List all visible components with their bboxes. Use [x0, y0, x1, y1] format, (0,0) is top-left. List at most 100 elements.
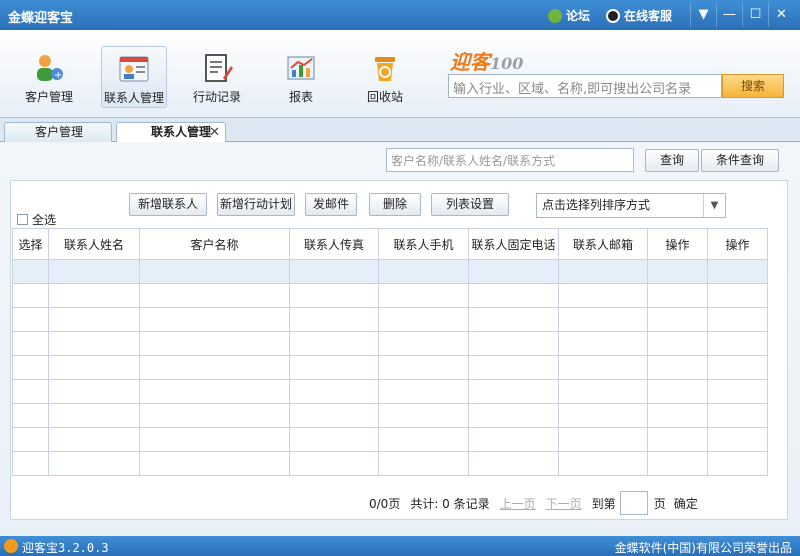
table-cell[interactable]: [468, 427, 559, 452]
new-contact-button[interactable]: 新增联系人: [129, 193, 207, 216]
tool-customer-management[interactable]: + 客户管理: [16, 46, 82, 108]
table-cell[interactable]: [647, 307, 708, 332]
table-cell[interactable]: [378, 355, 469, 380]
delete-button[interactable]: 删除: [369, 193, 421, 216]
table-row[interactable]: [12, 331, 768, 356]
table-cell[interactable]: [12, 451, 49, 476]
advanced-query-button[interactable]: 条件查询: [701, 149, 779, 172]
menu-button[interactable]: ▼: [690, 3, 716, 27]
table-cell[interactable]: [647, 451, 708, 476]
table-cell[interactable]: [139, 451, 290, 476]
table-cell[interactable]: [378, 379, 469, 404]
column-header-operation[interactable]: 操作: [647, 228, 708, 260]
column-header-landline[interactable]: 联系人固定电话: [468, 228, 559, 260]
table-cell[interactable]: [558, 451, 648, 476]
table-cell[interactable]: [12, 283, 49, 308]
table-cell[interactable]: [289, 403, 379, 428]
table-cell[interactable]: [558, 307, 648, 332]
column-header-operation-2[interactable]: 操作: [707, 228, 768, 260]
table-cell[interactable]: [647, 355, 708, 380]
forum-link[interactable]: 论坛: [548, 7, 590, 24]
table-cell[interactable]: [468, 331, 559, 356]
table-row[interactable]: [12, 355, 768, 380]
table-row[interactable]: [12, 283, 768, 308]
table-cell[interactable]: [48, 427, 140, 452]
table-cell[interactable]: [139, 379, 290, 404]
tab-close-icon[interactable]: ✕: [209, 123, 220, 142]
table-cell[interactable]: [289, 331, 379, 356]
table-cell[interactable]: [289, 259, 379, 284]
goto-page-input[interactable]: [619, 491, 648, 515]
table-cell[interactable]: [289, 355, 379, 380]
company-search-input[interactable]: 输入行业、区域、名称,即可搜出公司名录: [448, 74, 722, 98]
table-cell[interactable]: [289, 451, 379, 476]
minimize-button[interactable]: —: [716, 3, 742, 27]
table-cell[interactable]: [378, 307, 469, 332]
table-cell[interactable]: [289, 283, 379, 308]
table-cell[interactable]: [707, 331, 768, 356]
column-header-mobile[interactable]: 联系人手机: [378, 228, 469, 260]
table-row[interactable]: [12, 403, 768, 428]
table-cell[interactable]: [647, 259, 708, 284]
table-cell[interactable]: [707, 427, 768, 452]
table-cell[interactable]: [48, 259, 140, 284]
table-cell[interactable]: [139, 259, 290, 284]
table-cell[interactable]: [558, 331, 648, 356]
table-cell[interactable]: [48, 331, 140, 356]
table-cell[interactable]: [647, 403, 708, 428]
table-cell[interactable]: [378, 259, 469, 284]
prev-page-link[interactable]: 上一页: [500, 495, 536, 512]
table-cell[interactable]: [48, 451, 140, 476]
table-cell[interactable]: [139, 427, 290, 452]
select-all-checkbox[interactable]: 全选: [17, 211, 56, 228]
sort-order-select[interactable]: 点击选择列排序方式 ▼: [536, 193, 726, 218]
table-cell[interactable]: [378, 427, 469, 452]
table-cell[interactable]: [707, 403, 768, 428]
table-cell[interactable]: [468, 379, 559, 404]
table-cell[interactable]: [139, 331, 290, 356]
table-cell[interactable]: [12, 259, 49, 284]
table-cell[interactable]: [289, 307, 379, 332]
table-cell[interactable]: [289, 427, 379, 452]
column-header-fax[interactable]: 联系人传真: [289, 228, 379, 260]
query-button[interactable]: 查询: [645, 149, 699, 172]
table-cell[interactable]: [558, 259, 648, 284]
table-cell[interactable]: [558, 355, 648, 380]
table-cell[interactable]: [647, 283, 708, 308]
table-cell[interactable]: [139, 307, 290, 332]
table-cell[interactable]: [558, 427, 648, 452]
table-cell[interactable]: [48, 403, 140, 428]
column-header-customer-name[interactable]: 客户名称: [139, 228, 290, 260]
checkbox-box[interactable]: [17, 214, 28, 225]
table-cell[interactable]: [468, 451, 559, 476]
table-cell[interactable]: [139, 355, 290, 380]
tab-contact-management[interactable]: 联系人管理 ✕: [116, 122, 226, 143]
table-cell[interactable]: [468, 355, 559, 380]
table-cell[interactable]: [707, 307, 768, 332]
tool-recycle-bin[interactable]: 回收站: [352, 46, 418, 108]
table-cell[interactable]: [12, 331, 49, 356]
table-cell[interactable]: [48, 307, 140, 332]
company-search-button[interactable]: 搜索: [722, 74, 784, 98]
tab-customer-management[interactable]: 客户管理: [4, 122, 112, 143]
table-row[interactable]: [12, 451, 768, 476]
table-row[interactable]: [12, 379, 768, 404]
table-cell[interactable]: [468, 283, 559, 308]
table-cell[interactable]: [289, 379, 379, 404]
tool-action-records[interactable]: 行动记录: [184, 46, 250, 108]
online-service-link[interactable]: 在线客服: [606, 7, 672, 24]
table-cell[interactable]: [378, 451, 469, 476]
goto-confirm-button[interactable]: 确定: [674, 495, 698, 512]
column-header-contact-name[interactable]: 联系人姓名: [48, 228, 140, 260]
new-action-plan-button[interactable]: 新增行动计划: [217, 193, 295, 216]
table-cell[interactable]: [48, 355, 140, 380]
table-cell[interactable]: [707, 259, 768, 284]
close-button[interactable]: ✕: [768, 3, 794, 27]
table-cell[interactable]: [647, 331, 708, 356]
table-cell[interactable]: [558, 379, 648, 404]
table-cell[interactable]: [468, 403, 559, 428]
table-cell[interactable]: [707, 451, 768, 476]
table-cell[interactable]: [558, 283, 648, 308]
table-cell[interactable]: [139, 403, 290, 428]
table-cell[interactable]: [647, 427, 708, 452]
